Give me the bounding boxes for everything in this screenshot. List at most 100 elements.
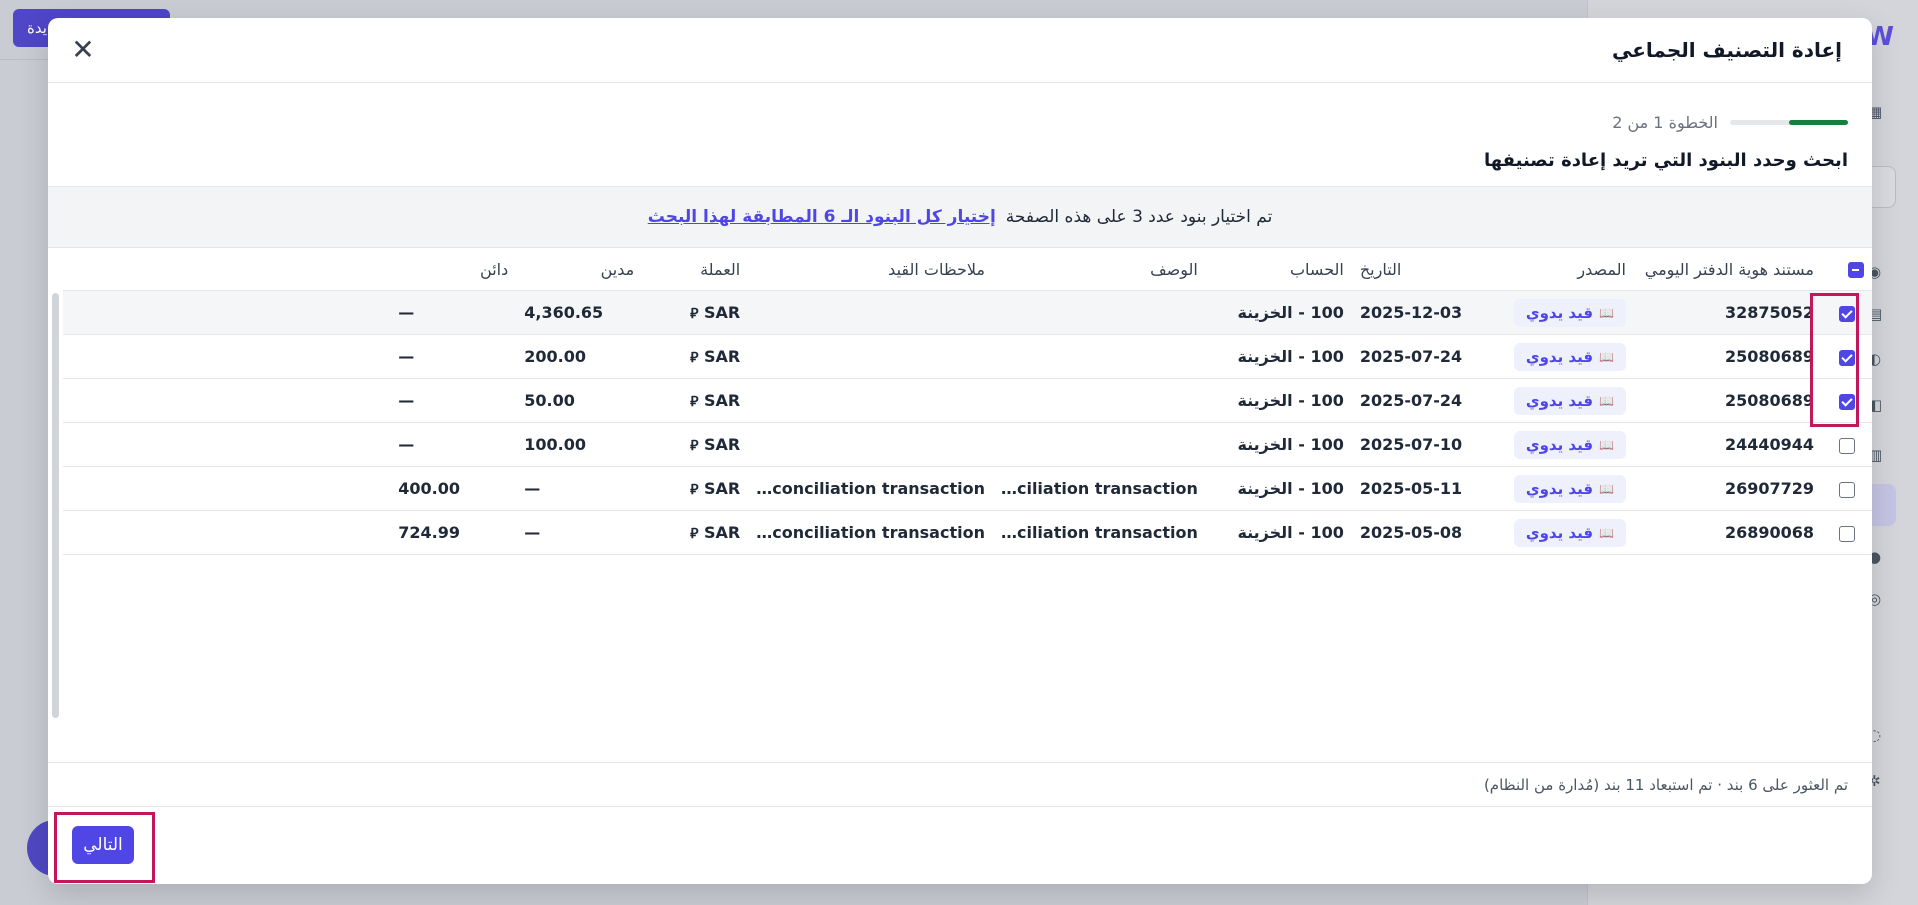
table-row[interactable]: 26890068 📖 قيد يدوي 2025-05-08 100 - الخزينة… xyxy=(63,510,1872,555)
row-checkbox[interactable] xyxy=(1839,437,1855,454)
book-icon: 📖 xyxy=(1599,305,1614,320)
step-indicator: الخطوة 1 من 2 xyxy=(1612,110,1848,134)
col-date[interactable]: التاريخ xyxy=(1351,248,1506,291)
account-cell: 100 - الخزينة xyxy=(1205,334,1352,379)
debit-cell: 200.00 xyxy=(516,334,643,379)
modal-subtitle: ابحث وحدد البنود التي تريد إعادة تصنيفها xyxy=(1484,150,1848,171)
source-label: قيد يدوي xyxy=(1525,479,1594,498)
account-cell: 100 - الخزينة xyxy=(1205,466,1352,511)
table-row[interactable]: 25080689 📖 قيد يدوي 2025-07-24 100 - الخزينة… xyxy=(63,334,1872,379)
account-cell: 100 - الخزينة xyxy=(1205,510,1352,555)
source-cell: 📖 قيد يدوي xyxy=(1505,378,1634,423)
table-footer-divider xyxy=(48,762,1872,763)
row-checkbox[interactable] xyxy=(1839,393,1855,410)
col-currency[interactable]: العملة xyxy=(642,248,749,291)
row-spacer xyxy=(63,334,391,379)
notes-cell: conciliation transaction… xyxy=(748,466,993,511)
debit-cell: 100.00 xyxy=(516,422,643,467)
source-badge[interactable]: 📖 قيد يدوي xyxy=(1513,430,1626,459)
currency-cell: SAR ⃁ xyxy=(642,378,749,423)
debit-cell: — xyxy=(516,466,643,511)
modal-action-bar xyxy=(48,806,1872,884)
row-checkbox[interactable] xyxy=(1839,481,1855,498)
notes-cell xyxy=(748,378,993,423)
source-cell: 📖 قيد يدوي xyxy=(1505,510,1634,555)
col-notes[interactable]: ملاحظات القيد xyxy=(748,248,993,291)
row-checkbox-cell xyxy=(1822,510,1872,555)
currency-code: SAR xyxy=(704,391,741,410)
step-text: الخطوة 1 من 2 xyxy=(1612,112,1718,132)
row-checkbox[interactable] xyxy=(1839,525,1855,542)
journal-id-cell: 26907729 xyxy=(1634,466,1822,511)
book-icon: 📖 xyxy=(1599,437,1614,452)
debit-cell: 50.00 xyxy=(516,378,643,423)
col-source[interactable]: المصدر xyxy=(1505,248,1634,291)
row-checkbox-cell xyxy=(1822,422,1872,467)
select-all-matching-link[interactable]: إختيار كل البنود الـ 6 المطابقة لهذا الب… xyxy=(648,207,996,227)
source-badge[interactable]: 📖 قيد يدوي xyxy=(1513,342,1626,371)
col-journal-id[interactable]: مستند هوية الدفتر اليومي xyxy=(1634,248,1822,291)
col-credit[interactable]: دائن xyxy=(390,248,517,291)
currency-cell: SAR ⃁ xyxy=(642,510,749,555)
table-row[interactable]: 26907729 📖 قيد يدوي 2025-05-11 100 - الخزينة… xyxy=(63,466,1872,511)
account-cell: 100 - الخزينة xyxy=(1205,378,1352,423)
currency-code: SAR xyxy=(704,435,741,454)
source-label: قيد يدوي xyxy=(1525,391,1594,410)
source-label: قيد يدوي xyxy=(1525,435,1594,454)
table-row[interactable]: 32875052 📖 قيد يدوي 2025-12-03 100 - الخزينة… xyxy=(63,290,1872,335)
notes-cell: conciliation transaction… xyxy=(748,510,993,555)
date-cell: 2025-12-03 xyxy=(1351,290,1506,335)
book-icon: 📖 xyxy=(1599,525,1614,540)
description-cell xyxy=(992,290,1206,335)
source-badge[interactable]: 📖 قيد يدوي xyxy=(1513,474,1626,503)
journal-id-cell: 32875052 xyxy=(1634,290,1822,335)
account-cell: 100 - الخزينة xyxy=(1205,422,1352,467)
modal-title: إعادة التصنيف الجماعي xyxy=(1612,38,1842,62)
col-description[interactable]: الوصف xyxy=(992,248,1206,291)
row-checkbox-cell xyxy=(1822,334,1872,379)
source-badge[interactable]: 📖 قيد يدوي xyxy=(1513,298,1626,327)
riyal-icon: ⃁ xyxy=(690,306,699,322)
col-spacer xyxy=(63,248,391,291)
row-spacer xyxy=(63,422,391,467)
row-checkbox-cell xyxy=(1822,378,1872,423)
entries-table: مستند هوية الدفتر اليومي المصدر التاريخ … xyxy=(63,248,1872,555)
source-cell: 📖 قيد يدوي xyxy=(1505,466,1634,511)
account-cell: 100 - الخزينة xyxy=(1205,290,1352,335)
book-icon: 📖 xyxy=(1599,393,1614,408)
row-spacer xyxy=(63,290,391,335)
book-icon: 📖 xyxy=(1599,481,1614,496)
description-cell xyxy=(992,378,1206,423)
currency-cell: SAR ⃁ xyxy=(642,334,749,379)
currency-code: SAR xyxy=(704,303,741,322)
row-spacer xyxy=(63,378,391,423)
notes-cell xyxy=(748,334,993,379)
debit-cell: — xyxy=(516,510,643,555)
bulk-reclassify-modal: إعادة التصنيف الجماعي ✕ الخطوة 1 من 2 اب… xyxy=(48,18,1872,884)
step-progress-bar xyxy=(1730,119,1848,125)
journal-id-cell: 26890068 xyxy=(1634,510,1822,555)
row-checkbox[interactable] xyxy=(1839,349,1855,366)
notes-cell xyxy=(748,422,993,467)
close-icon[interactable]: ✕ xyxy=(68,36,98,66)
table-row[interactable]: 25080689 📖 قيد يدوي 2025-07-24 100 - الخزينة… xyxy=(63,378,1872,423)
table-scrollbar[interactable] xyxy=(52,293,59,718)
currency-code: SAR xyxy=(704,523,741,542)
source-badge[interactable]: 📖 قيد يدوي xyxy=(1513,386,1626,415)
table-row[interactable]: 24440944 📖 قيد يدوي 2025-07-10 100 - الخزينة… xyxy=(63,422,1872,467)
source-badge[interactable]: 📖 قيد يدوي xyxy=(1513,518,1626,547)
date-cell: 2025-05-11 xyxy=(1351,466,1506,511)
riyal-icon: ⃁ xyxy=(690,526,699,542)
description-cell xyxy=(992,334,1206,379)
currency-code: SAR xyxy=(704,479,741,498)
select-all-checkbox[interactable] xyxy=(1848,262,1864,278)
row-checkbox[interactable] xyxy=(1839,305,1855,322)
col-account[interactable]: الحساب xyxy=(1205,248,1352,291)
row-spacer xyxy=(63,466,391,511)
source-label: قيد يدوي xyxy=(1525,523,1594,542)
next-button[interactable]: التالي xyxy=(72,826,134,864)
col-debit[interactable]: مدين xyxy=(516,248,643,291)
credit-cell: — xyxy=(390,290,517,335)
description-cell xyxy=(992,422,1206,467)
credit-cell: — xyxy=(390,378,517,423)
